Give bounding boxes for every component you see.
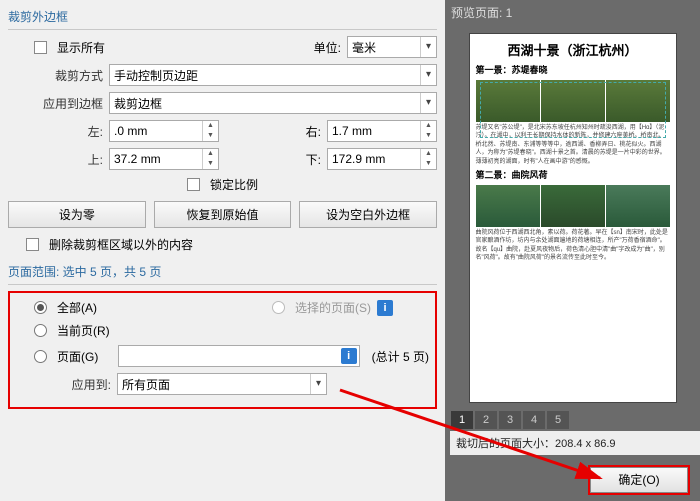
apply-to-combo[interactable]: 所有页面▾: [117, 373, 327, 395]
doc-scene2: 第二景：曲院风荷: [470, 166, 676, 183]
doc-scene1: 第一景：苏堤春晓: [470, 61, 676, 78]
show-all-checkbox[interactable]: [34, 41, 47, 54]
bottom-label: 下:: [291, 151, 321, 168]
info-icon[interactable]: i: [341, 348, 357, 364]
crop-marquee[interactable]: [480, 82, 666, 138]
total-pages-label: (总计 5 页): [372, 348, 429, 365]
preview-header: 预览页面: 1: [445, 0, 700, 25]
down-icon: ▼: [421, 131, 436, 141]
apply-border-combo[interactable]: 裁剪边框▾: [109, 92, 437, 114]
crop-section-header: 裁剪外边框: [8, 4, 437, 30]
range-section-header: 页面范围: 选中 5 页，共 5 页: [8, 259, 437, 285]
radio-all-label: 全部(A): [57, 299, 97, 316]
pages-input[interactable]: i: [118, 345, 359, 367]
radio-current-label: 当前页(R): [57, 322, 110, 339]
crop-method-combo[interactable]: 手动控制页边距▾: [109, 64, 437, 86]
left-label: 左:: [8, 123, 103, 140]
delete-outside-checkbox[interactable]: [26, 238, 39, 251]
delete-outside-label: 删除裁剪框区域以外的内容: [49, 236, 193, 253]
up-icon: ▲: [203, 149, 218, 159]
image-strip: [476, 185, 670, 227]
doc-title: 西湖十景（浙江杭州）: [470, 34, 676, 61]
left-spinner[interactable]: .0 mm ▲▼: [109, 120, 219, 142]
chevron-down-icon: ▾: [420, 93, 436, 113]
info-icon[interactable]: i: [377, 300, 393, 316]
set-zero-button[interactable]: 设为零: [8, 201, 146, 228]
unit-combo[interactable]: 毫米▾: [347, 36, 437, 58]
up-icon: ▲: [421, 121, 436, 131]
chevron-down-icon: ▾: [420, 37, 436, 57]
restore-button[interactable]: 恢复到原始值: [154, 201, 292, 228]
up-icon: ▲: [421, 149, 436, 159]
chevron-down-icon: ▾: [420, 65, 436, 85]
down-icon: ▼: [203, 131, 218, 141]
right-label: 右:: [291, 123, 321, 140]
up-icon: ▲: [203, 121, 218, 131]
page-thumbs-pager: 1 2 3 4 5: [451, 411, 694, 429]
radio-selected: [272, 301, 285, 314]
radio-pages-label: 页面(G): [57, 348, 98, 365]
chevron-down-icon: ▾: [310, 374, 326, 394]
method-label: 裁剪方式: [8, 67, 103, 84]
top-spinner[interactable]: 37.2 mm ▲▼: [109, 148, 219, 170]
radio-all[interactable]: [34, 301, 47, 314]
pager-page[interactable]: 5: [547, 411, 569, 429]
radio-selected-label: 选择的页面(S): [295, 299, 371, 316]
crop-size-label: 裁切后的页面大小：208.4 x 86.9: [450, 431, 700, 455]
range-highlight-box: 全部(A) 选择的页面(S) i 当前页(R) 页面(G) i (总计 5 页)…: [8, 291, 437, 409]
down-icon: ▼: [203, 159, 218, 169]
show-all-label: 显示所有: [57, 39, 105, 56]
ok-button[interactable]: 确定(O): [590, 467, 688, 493]
unit-label: 单位:: [314, 39, 341, 56]
pager-page[interactable]: 4: [523, 411, 545, 429]
down-icon: ▼: [421, 159, 436, 169]
apply-to-label: 应用到:: [16, 376, 111, 393]
set-blank-button[interactable]: 设为空白外边框: [299, 201, 437, 228]
lock-ratio-label: 锁定比例: [210, 176, 258, 193]
right-spinner[interactable]: 1.7 mm ▲▼: [327, 120, 437, 142]
bottom-spinner[interactable]: 172.9 mm ▲▼: [327, 148, 437, 170]
pager-page[interactable]: 1: [451, 411, 473, 429]
doc-body-text: 曲院风荷位于西湖西北角，素以荷。荷花著。早在【sn】南宋时，此处是官家酿酒作坊，…: [470, 229, 676, 263]
pager-page[interactable]: 3: [499, 411, 521, 429]
apply-border-label: 应用到边框: [8, 95, 103, 112]
radio-current[interactable]: [34, 324, 47, 337]
pager-page[interactable]: 2: [475, 411, 497, 429]
top-label: 上:: [8, 151, 103, 168]
page-preview[interactable]: 西湖十景（浙江杭州） 第一景：苏堤春晓 苏堤又名"苏公堤"，是北宋苏东坡任杭州知…: [469, 33, 677, 403]
radio-pages[interactable]: [34, 350, 47, 363]
lock-ratio-checkbox[interactable]: [187, 178, 200, 191]
